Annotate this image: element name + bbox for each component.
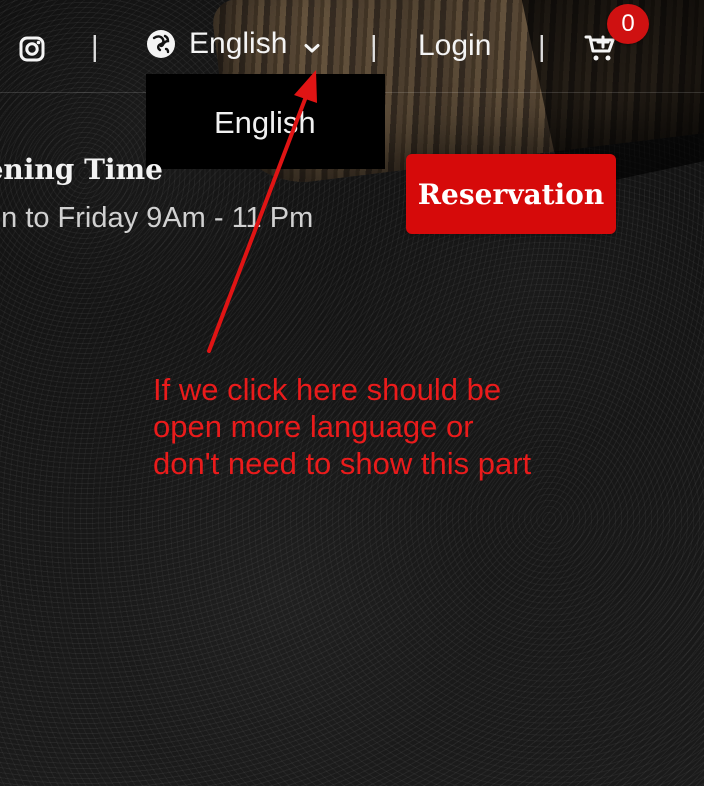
opening-hours-text: on to Friday 9Am - 11 Pm [0,202,314,234]
language-option-english[interactable]: English [214,105,316,141]
chevron-down-icon [303,34,321,52]
reservation-button[interactable]: Reservation [406,154,616,234]
language-label: English [189,27,288,60]
separator: | [538,31,546,63]
opening-time-title: pening Time [0,153,163,186]
annotation-line: don't need to show this part [153,446,532,481]
page: | English | Login | 0 English ning Time … [0,0,704,786]
annotation-text: If we click here should be open more lan… [153,371,583,482]
language-dropdown: English [146,74,385,169]
annotation-line: If we click here should be [153,372,502,407]
separator: | [370,31,378,63]
language-selector[interactable]: English [145,28,321,60]
separator: | [91,31,99,63]
instagram-icon[interactable] [18,35,46,63]
cart-count-badge: 0 [607,4,649,44]
login-link[interactable]: Login [418,31,491,61]
annotation-line: open more language or [153,409,474,444]
globe-icon [145,28,177,60]
